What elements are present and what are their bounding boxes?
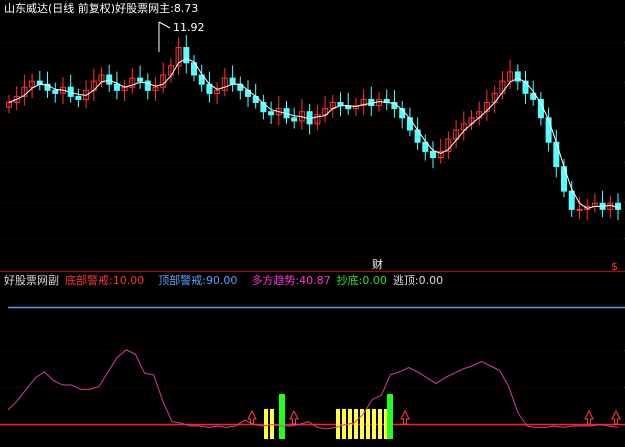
candle-body bbox=[576, 208, 583, 211]
main-chart-header: 山东威达(日线 前复权)好股票网主:8.73 bbox=[4, 2, 198, 16]
bottom-signal-bar-9 bbox=[378, 409, 382, 439]
candle-body bbox=[615, 202, 621, 210]
up-arrow-icon-4 bbox=[611, 409, 621, 425]
main-indicator-value: 8.73 bbox=[173, 2, 199, 15]
buy-signal-bar-0 bbox=[279, 394, 285, 439]
bottom-warning-value: 10.00 bbox=[112, 274, 145, 287]
buy-signal-value: 0.00 bbox=[362, 274, 387, 287]
sub-indicator-name[interactable]: 好股票网副 bbox=[4, 274, 59, 287]
buy-signal-bar-1 bbox=[387, 394, 393, 439]
candle-body bbox=[306, 111, 313, 125]
candle-body bbox=[368, 98, 375, 107]
candle-body bbox=[229, 77, 236, 85]
bottom-signal-bar-0 bbox=[264, 409, 268, 439]
candle-body bbox=[430, 150, 436, 158]
trend-label: 多方趋势 bbox=[251, 274, 296, 287]
candle-body bbox=[75, 95, 82, 101]
trend-value: 40.87 bbox=[299, 274, 331, 287]
sell-signal-label: 逃顶 bbox=[392, 274, 415, 287]
signal-bars bbox=[264, 394, 393, 439]
top-warning-value: 90.00 bbox=[205, 274, 238, 287]
up-arrow-icon-2 bbox=[400, 409, 410, 425]
up-arrow-icon-1 bbox=[289, 409, 299, 425]
bottom-signal-bar-7 bbox=[366, 409, 370, 439]
stock-title[interactable]: 山东威达(日线 前复权) bbox=[4, 2, 115, 15]
peak-label: 11.92 bbox=[173, 21, 205, 34]
sell-signal-value: 0.00 bbox=[418, 274, 444, 287]
chart-canvas: 11.92 财 $ bbox=[0, 21, 625, 439]
candle-body bbox=[522, 80, 529, 94]
buy-signal-label: 抄底 bbox=[336, 274, 359, 287]
up-arrow-icon-3 bbox=[584, 409, 594, 425]
candle-body bbox=[545, 117, 552, 143]
candle-body bbox=[553, 141, 560, 168]
candle-body bbox=[183, 47, 190, 64]
price-candles bbox=[6, 35, 621, 221]
bottom-signal-bar-8 bbox=[372, 409, 376, 439]
event-marker-cai[interactable]: 财 bbox=[372, 257, 383, 271]
candle-body bbox=[514, 71, 521, 82]
bottom-warning-label: 底部警戒 bbox=[65, 274, 109, 287]
candle-body bbox=[137, 77, 144, 82]
signal-arrows bbox=[247, 409, 621, 425]
candle-body bbox=[568, 190, 575, 210]
main-indicator-name[interactable]: 好股票网主 bbox=[115, 2, 170, 15]
bottom-signal-bar-2 bbox=[336, 409, 340, 439]
top-warning-label: 顶部警戒 bbox=[158, 274, 203, 287]
peak-pointer-arrow bbox=[158, 21, 171, 29]
candle-body bbox=[113, 83, 120, 91]
candle-body bbox=[52, 89, 59, 94]
multi-trend-line bbox=[7, 349, 619, 430]
peak-annotation: 11.92 bbox=[158, 21, 205, 52]
candle-body bbox=[537, 98, 544, 119]
sub-chart-header: 好股票网副 底部警戒:10.00 顶部警戒:90.00 多方趋势:40.87 抄底:0.… bbox=[4, 274, 444, 287]
candle-body bbox=[268, 111, 275, 116]
bottom-signal-bar-5 bbox=[354, 409, 358, 439]
candle-body bbox=[291, 117, 298, 122]
candle-body bbox=[252, 95, 259, 104]
